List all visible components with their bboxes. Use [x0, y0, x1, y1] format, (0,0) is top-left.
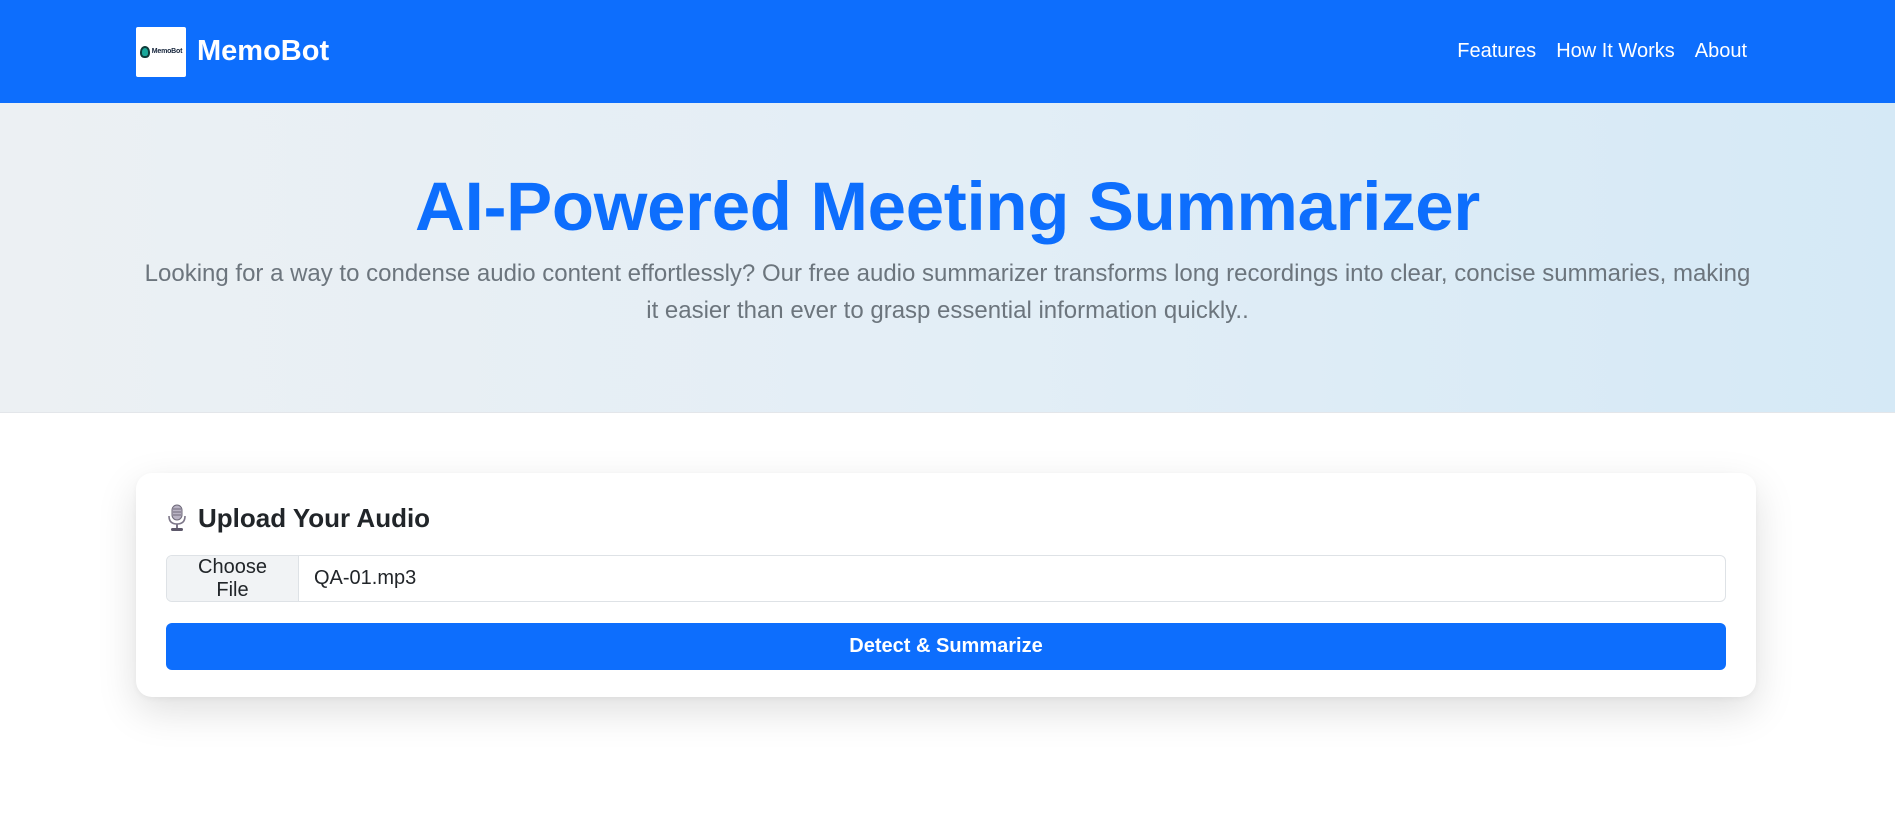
nav-link-how-it-works[interactable]: How It Works	[1556, 40, 1675, 63]
choose-file-button[interactable]: Choose File	[167, 556, 299, 601]
hero-section: AI-Powered Meeting Summarizer Looking fo…	[0, 103, 1895, 413]
upload-title: Upload Your Audio	[198, 502, 431, 533]
upload-heading: Upload Your Audio	[166, 501, 1726, 535]
logo-text: MemoBot	[151, 48, 183, 55]
microphone-icon	[166, 504, 188, 532]
hero-subtitle: Looking for a way to condense audio cont…	[144, 260, 1751, 325]
detect-summarize-button[interactable]: Detect & Summarize	[166, 623, 1726, 670]
navbar: MemoBot MemoBot Features How It Works Ab…	[0, 0, 1895, 103]
nav-link-features[interactable]: Features	[1457, 40, 1536, 63]
selected-file-name: QA-01.mp3	[314, 567, 417, 589]
bot-icon	[139, 45, 150, 58]
memobot-logo: MemoBot	[136, 26, 186, 77]
hero-title: AI-Powered Meeting Summarizer	[415, 168, 1480, 245]
file-input[interactable]: Choose File QA-01.mp3	[166, 555, 1726, 602]
nav-links: Features How It Works About	[1457, 40, 1747, 63]
upload-card: Upload Your Audio Choose File QA-01.mp3 …	[136, 473, 1756, 697]
nav-link-about[interactable]: About	[1695, 40, 1747, 63]
brand-link[interactable]: MemoBot MemoBot	[136, 26, 330, 77]
brand-name: MemoBot	[197, 35, 330, 67]
